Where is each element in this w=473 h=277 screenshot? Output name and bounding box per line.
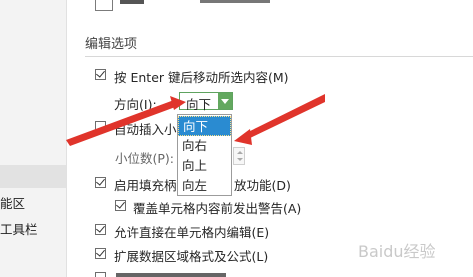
arrow-right-shaft: [244, 94, 325, 140]
arrow-right-head: [234, 129, 252, 145]
arrow-left-shaft: [66, 100, 178, 146]
annotation-arrows: [66, 94, 325, 146]
watermark: Baidu经验: [358, 242, 436, 261]
